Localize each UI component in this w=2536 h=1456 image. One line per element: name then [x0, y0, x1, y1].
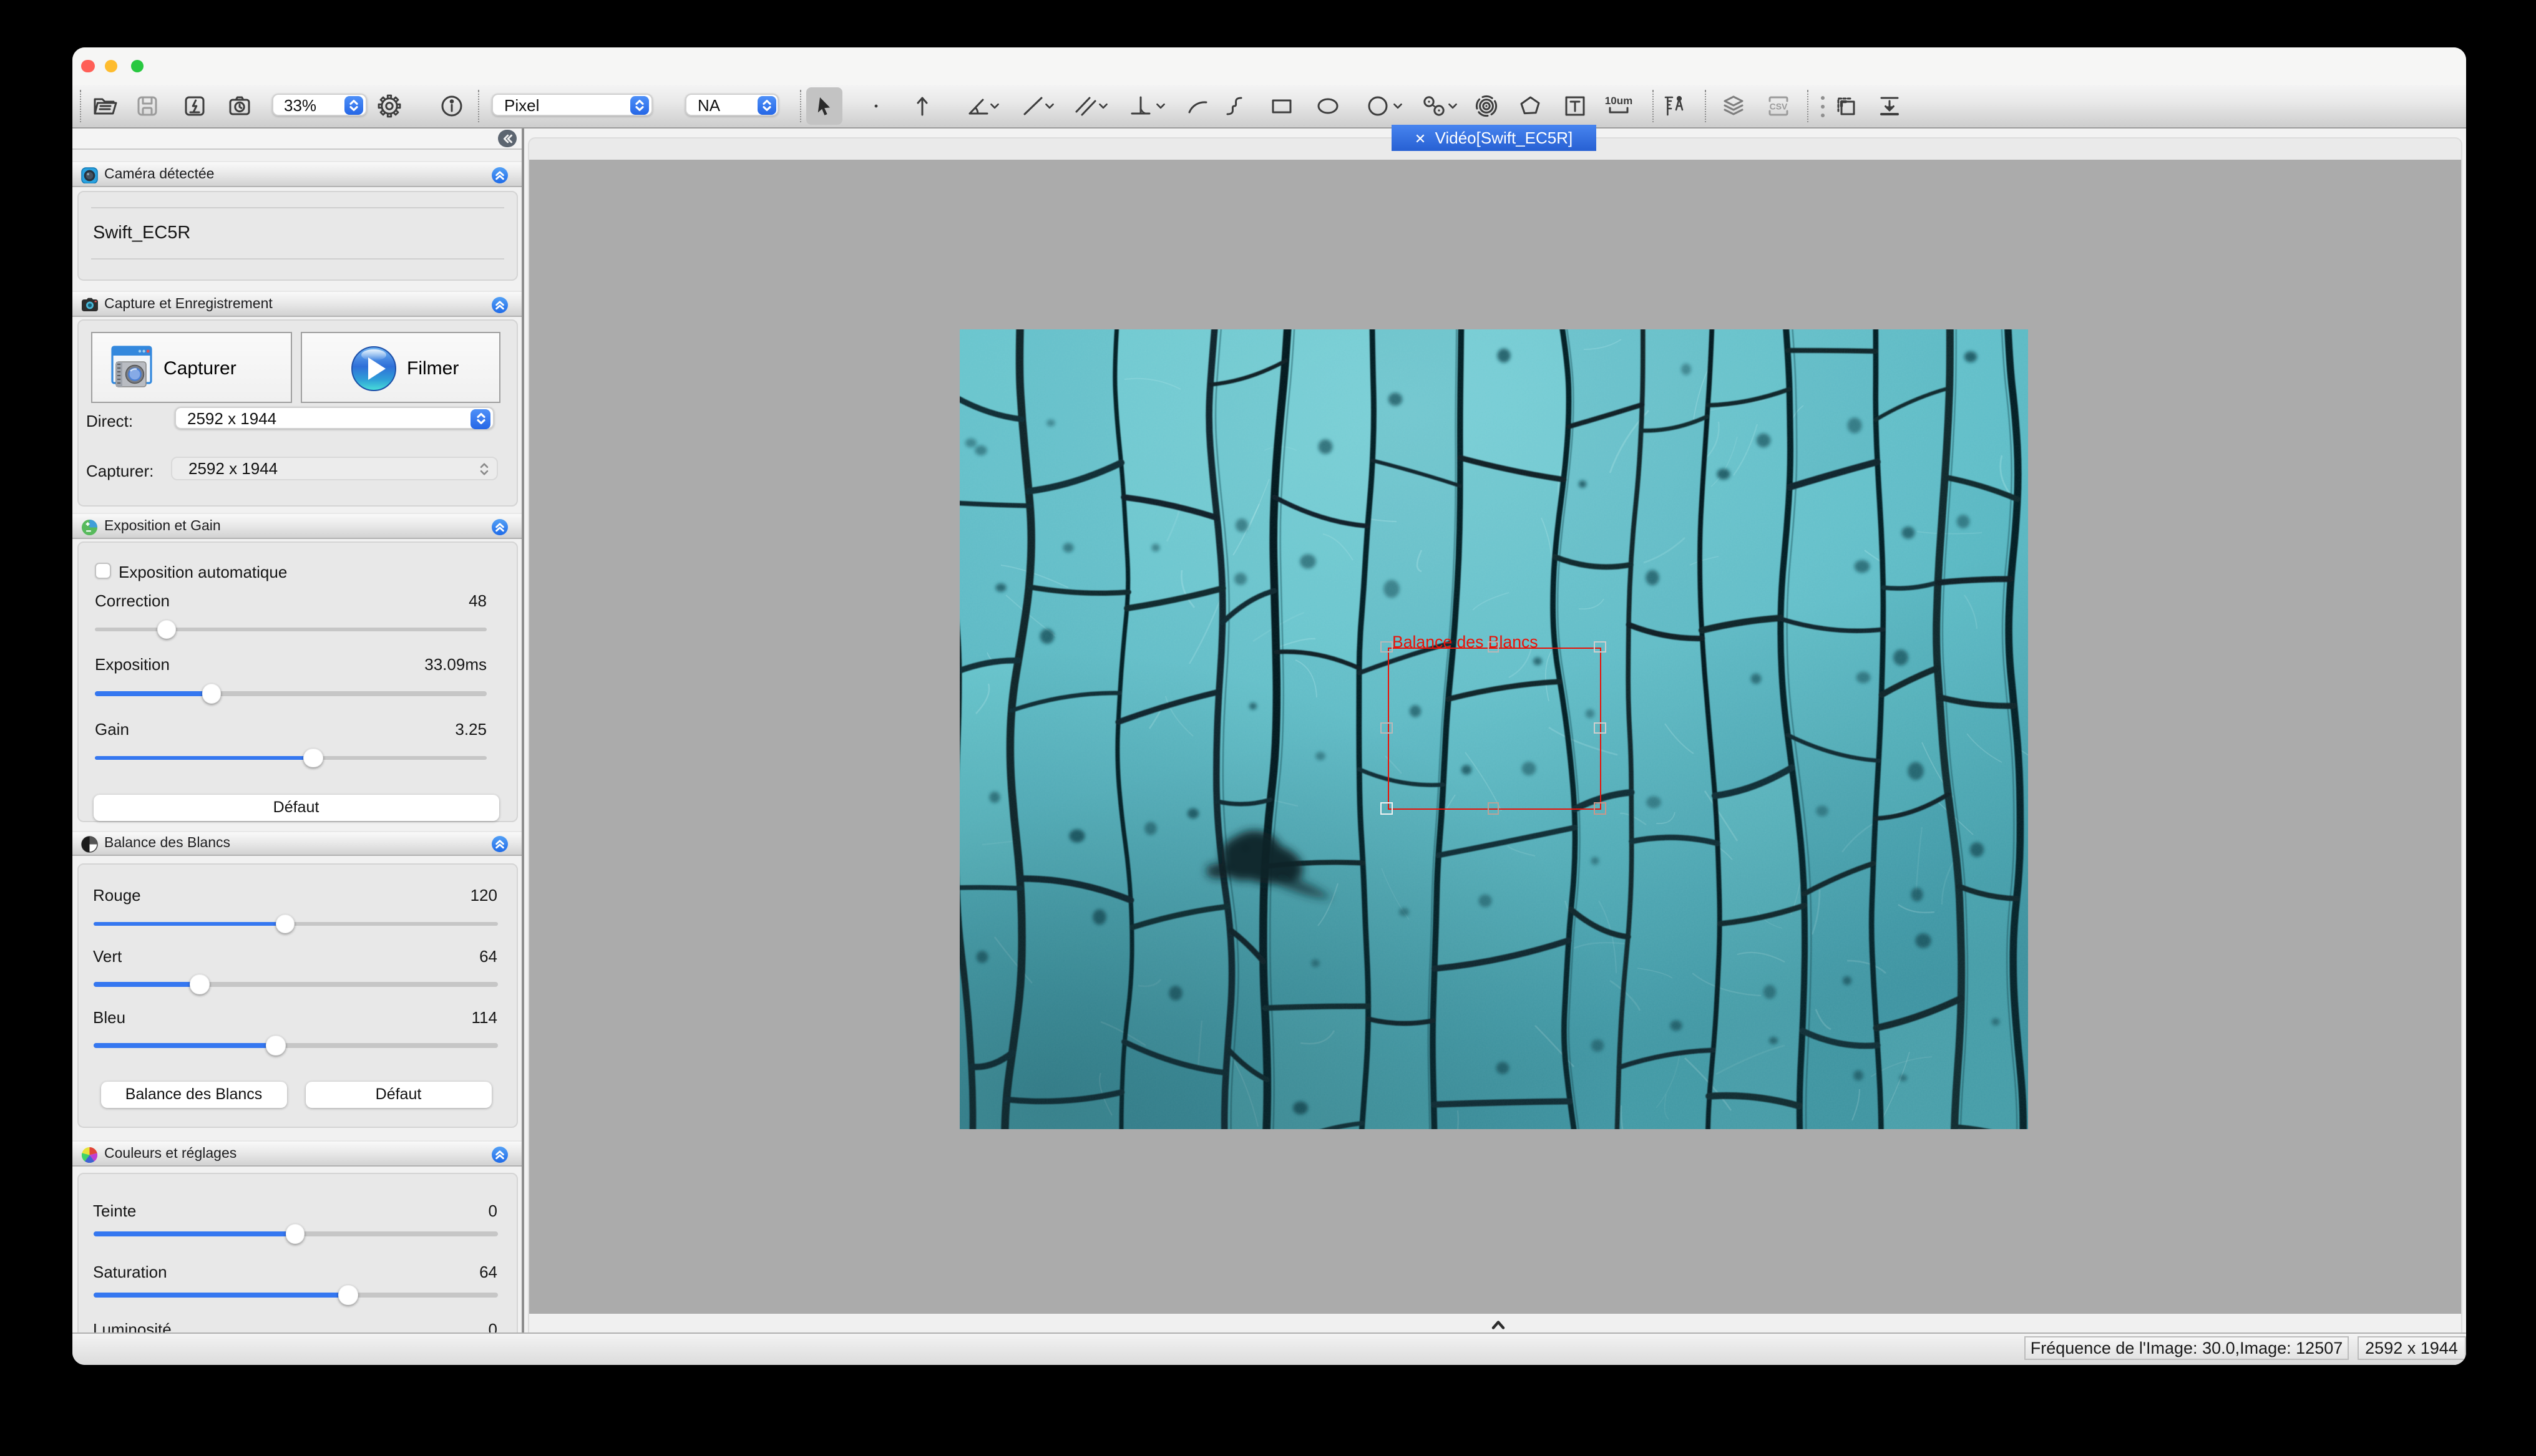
svg-text:10um: 10um [1605, 95, 1632, 107]
svg-text:CSV: CSV [1769, 102, 1787, 112]
